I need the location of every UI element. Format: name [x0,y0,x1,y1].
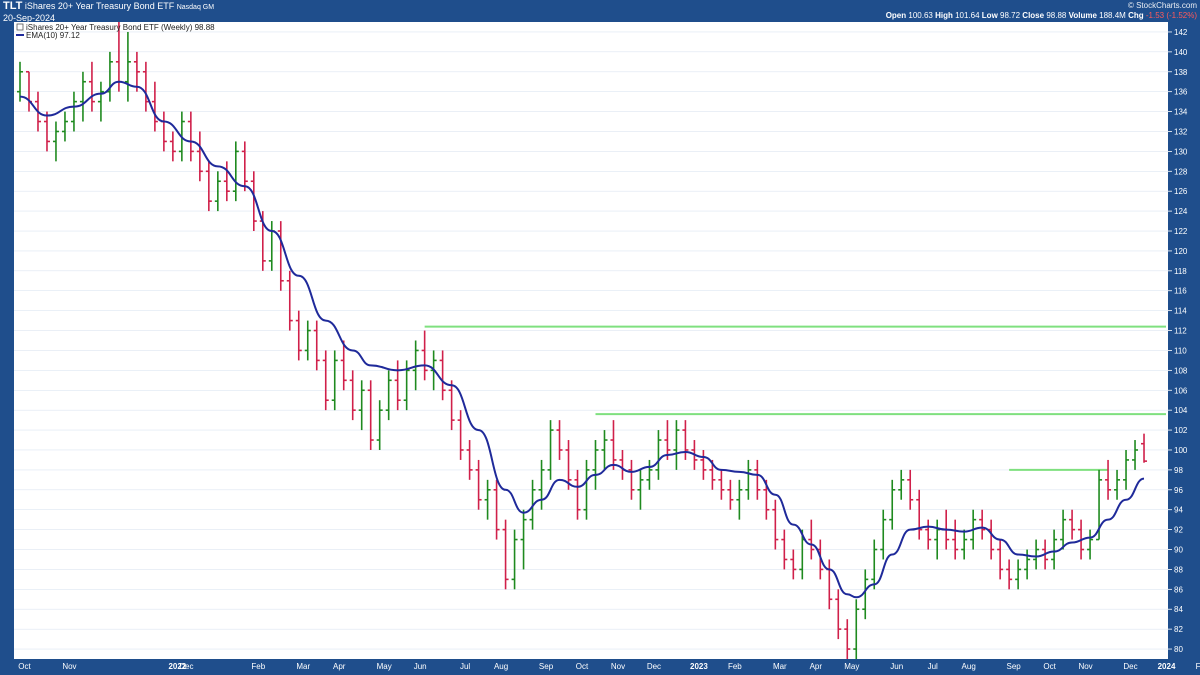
x-tick-label: Mar [296,662,310,671]
y-tick-label: 86 [1174,585,1183,594]
y-tick-label: 120 [1174,247,1188,256]
x-tick-label: Aug [962,662,976,671]
y-tick-label: 108 [1174,366,1188,375]
y-tick-label: 102 [1174,426,1188,435]
x-tick-label: Dec [647,662,661,671]
x-tick-label: Jun [414,662,427,671]
y-tick-label: 124 [1174,207,1188,216]
x-tick-label: Feb [251,662,265,671]
y-tick-label: 132 [1174,127,1188,136]
x-tick-label: Aug [494,662,508,671]
x-tick-label: Apr [333,662,346,671]
x-tick-label: Sep [539,662,554,671]
y-tick-label: 106 [1174,386,1188,395]
x-tick-label: Oct [576,662,589,671]
y-tick-label: 136 [1174,88,1188,97]
y-tick-label: 128 [1174,167,1188,176]
y-tick-label: 96 [1174,486,1183,495]
y-tick-label: 94 [1174,506,1183,515]
y-tick-label: 114 [1174,307,1187,316]
x-tick-label: 2024 [1158,662,1176,671]
y-tick-label: 90 [1174,546,1183,555]
y-tick-label: 140 [1174,48,1188,57]
y-tick-label: 80 [1174,645,1183,654]
x-tick-label: Nov [62,662,76,671]
y-tick-label: 126 [1174,187,1188,196]
y-tick-label: 88 [1174,565,1183,574]
x-tick-label: Jun [890,662,903,671]
y-tick-label: 116 [1174,287,1187,296]
y-tick-label: 92 [1174,526,1183,535]
x-tick-label: Jul [460,662,470,671]
y-tick-label: 134 [1174,108,1188,117]
y-tick-label: 122 [1174,227,1188,236]
x-tick-label: 2023 [690,662,708,671]
x-tick-label: Mar [773,662,787,671]
y-tick-label: 98 [1174,466,1183,475]
legend-ema-label: EMA(10) 97.12 [26,31,80,40]
x-tick-label: Nov [611,662,625,671]
y-tick-label: 84 [1174,605,1183,614]
y-tick-label: 130 [1174,147,1188,156]
x-tick-label: Sep [1007,662,1022,671]
x-tick-label: Jul [928,662,938,671]
y-tick-label: 118 [1174,267,1187,276]
y-tick-label: 110 [1174,346,1187,355]
y-tick-label: 82 [1174,625,1183,634]
y-tick-label: 142 [1174,28,1188,37]
x-tick-label: Feb [728,662,742,671]
x-tick-label: Nov [1078,662,1092,671]
x-tick-label: Apr [810,662,823,671]
x-tick-label: May [377,662,392,671]
x-tick-label: Oct [1043,662,1056,671]
plot-area [14,22,1168,659]
x-tick-label: Feb [1196,662,1200,671]
x-tick-label: 2022 [168,662,186,671]
x-tick-label: May [844,662,859,671]
x-tick-label: Oct [18,662,31,671]
y-tick-label: 100 [1174,446,1188,455]
y-tick-label: 104 [1174,406,1188,415]
x-tick-label: Dec [1123,662,1137,671]
price-chart: 80 82 84 86 88 90 92 94 96 98 100 102 104 106 108 110 11… [14,22,1200,671]
y-tick-label: 112 [1174,327,1187,336]
y-tick-label: 138 [1174,68,1188,77]
